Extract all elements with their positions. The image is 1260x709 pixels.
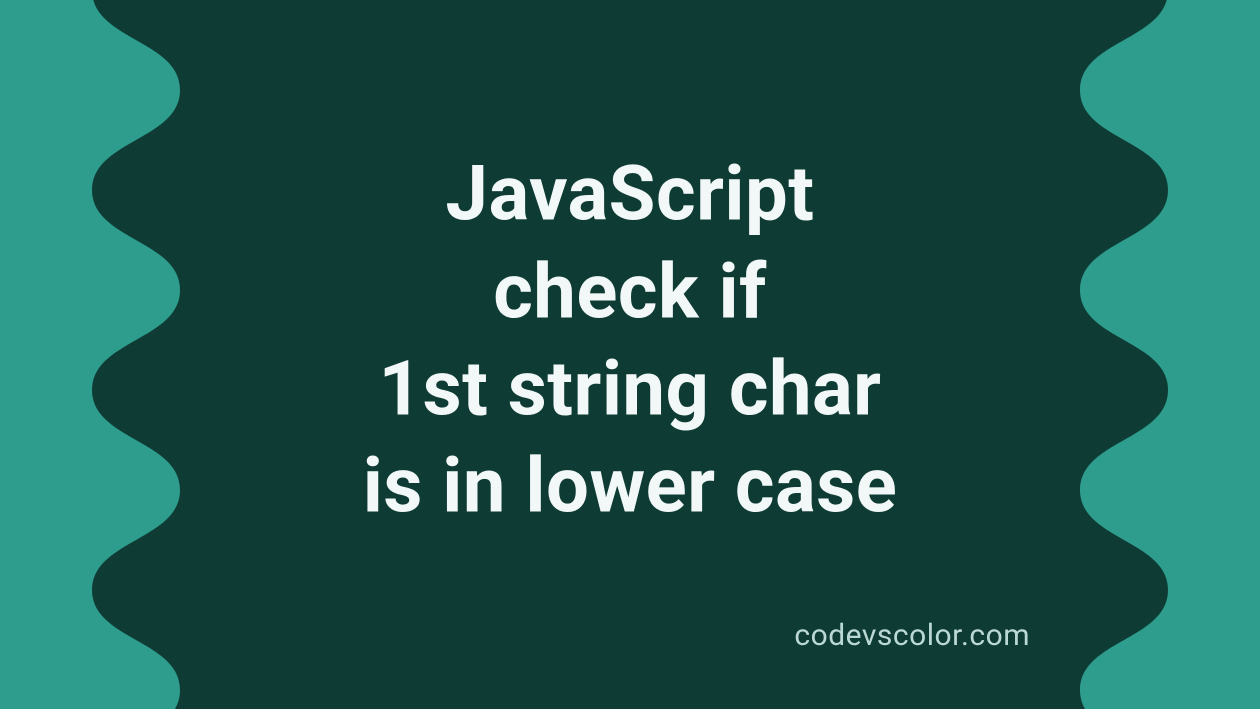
title-line-1: JavaScript bbox=[220, 146, 1040, 243]
title-line-2: check if bbox=[220, 243, 1040, 340]
title-line-3: 1st string char bbox=[220, 340, 1040, 437]
title-line-4: is in lower case bbox=[220, 438, 1040, 535]
banner-title: JavaScript check if 1st string char is i… bbox=[220, 146, 1040, 535]
website-credit: codevscolor.com bbox=[794, 618, 1030, 653]
